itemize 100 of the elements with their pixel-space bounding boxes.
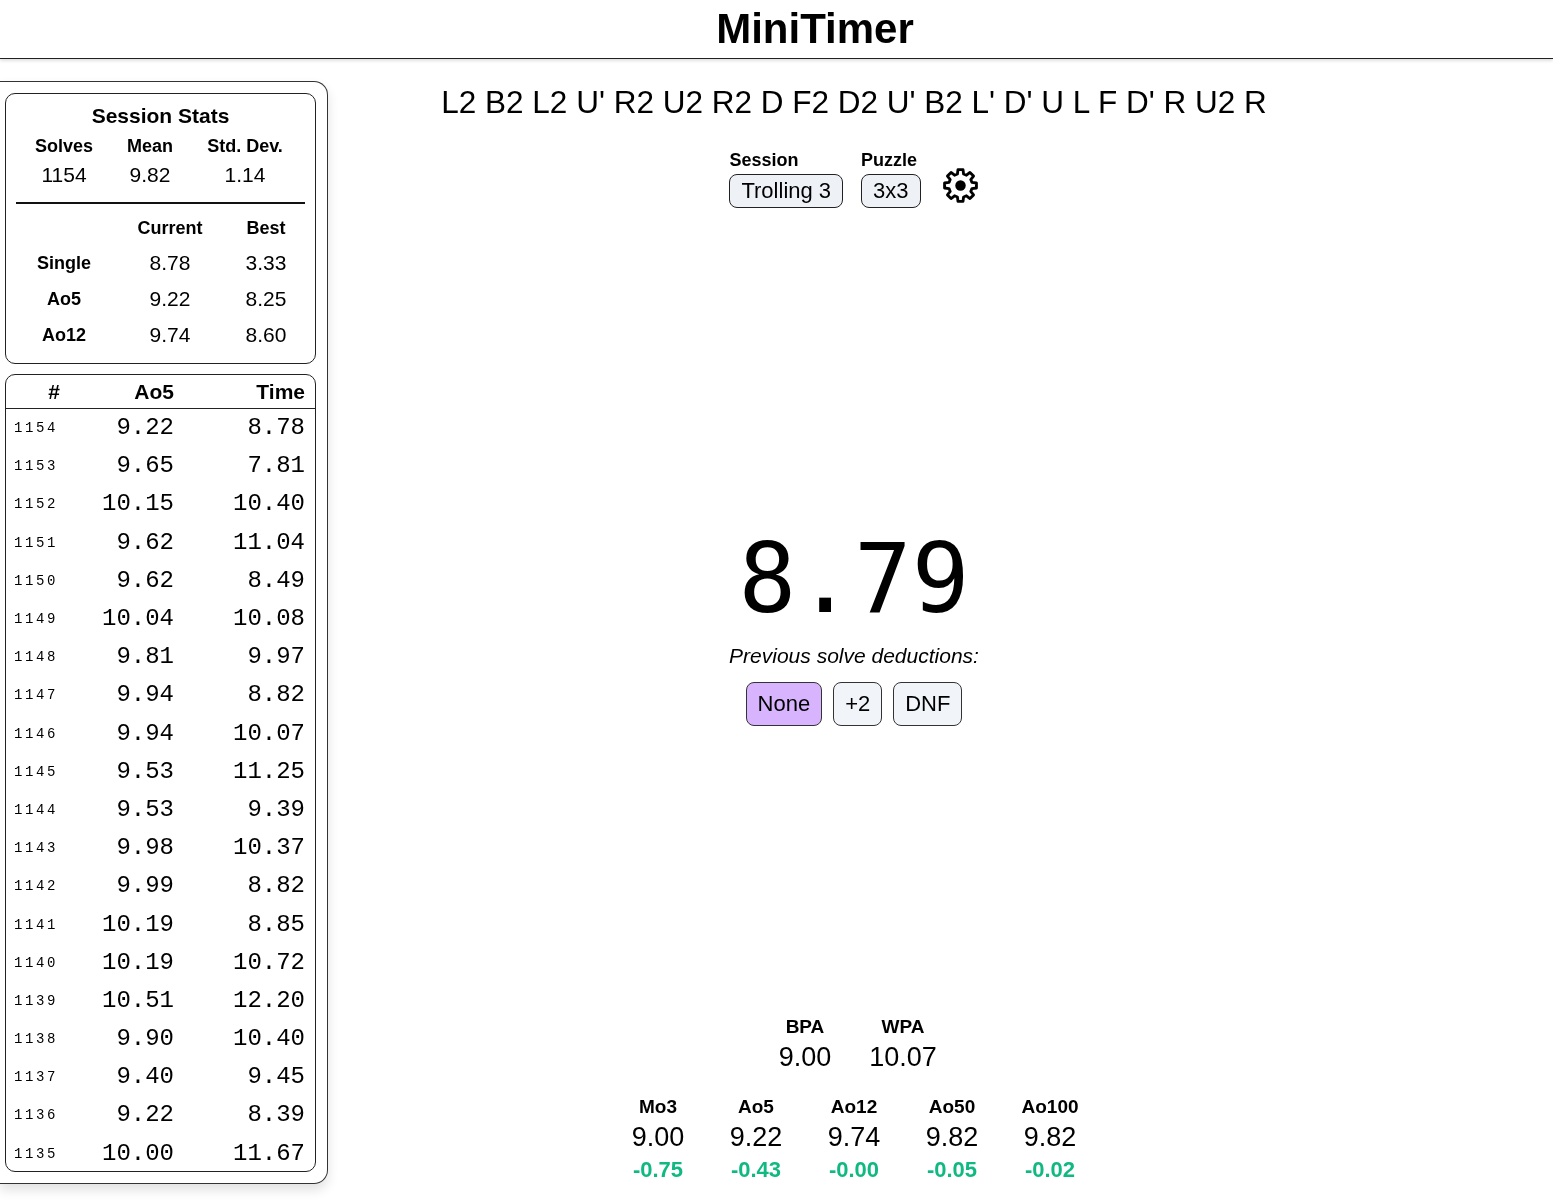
table-cell-text: 9.74 xyxy=(148,322,192,348)
table-cell-text: 8.78 xyxy=(246,413,305,444)
stat-label: Ao100 xyxy=(1021,1095,1079,1119)
solve-number: 1148 xyxy=(14,648,59,667)
solve-number: 1151 xyxy=(14,533,59,552)
solve-number: 1144 xyxy=(14,800,59,819)
table-cell-text: 10.19 xyxy=(101,947,174,978)
column-header: Ao5 xyxy=(133,378,174,405)
table-cell-text: 9.22 xyxy=(115,1100,174,1131)
stats-title: Session Stats xyxy=(90,103,231,129)
row-label: Ao12 xyxy=(41,324,87,347)
table-cell-text: 8.60 xyxy=(244,322,288,348)
stat-value: 9.82 xyxy=(925,1121,979,1154)
stat-delta: -0.02 xyxy=(1024,1156,1076,1184)
stat-delta: -0.05 xyxy=(926,1156,978,1184)
stat-label: Ao5 xyxy=(738,1095,774,1119)
stat-label: Ao50 xyxy=(928,1095,976,1119)
column-header: Best xyxy=(245,217,287,240)
table-cell-text: 10.00 xyxy=(101,1138,174,1169)
solve-number: 1153 xyxy=(14,457,59,476)
select-label: Puzzle xyxy=(861,149,918,171)
column-header: Current xyxy=(136,217,204,240)
stat-label: Solves xyxy=(33,135,94,158)
dropdown-select[interactable]: 3x3 xyxy=(861,174,921,208)
solve-number: 1139 xyxy=(14,991,59,1010)
solve-number: 1154 xyxy=(14,419,59,438)
scramble-text: L2 B2 L2 U' R2 U2 R2 D F2 D2 U' B2 L' D' U L F D' R U2 R xyxy=(441,83,1267,122)
stat-delta: -0.43 xyxy=(730,1156,782,1184)
table-cell-text: 8.82 xyxy=(246,871,305,902)
table-cell-text: 11.67 xyxy=(232,1138,305,1169)
table-cell-text: 9.22 xyxy=(115,413,174,444)
table-cell-text: 10.72 xyxy=(232,947,305,978)
stat-label: Ao12 xyxy=(830,1095,878,1119)
stat-label: Std. Dev. xyxy=(206,135,284,158)
table-cell-text: 9.22 xyxy=(148,286,192,312)
stat-value: 10.07 xyxy=(869,1041,937,1074)
table-cell-text: 10.15 xyxy=(101,489,174,520)
table-cell-text: 9.40 xyxy=(115,1062,174,1093)
stat-value: 1.14 xyxy=(223,162,267,188)
table-cell-text: 10.19 xyxy=(101,909,174,940)
solve-number: 1145 xyxy=(14,762,59,781)
deduction-button[interactable]: DNF xyxy=(893,682,963,726)
deduction-button[interactable]: None xyxy=(745,682,823,726)
solve-number: 1146 xyxy=(14,724,59,743)
settings-icon[interactable] xyxy=(941,167,979,204)
table-cell-text: 9.97 xyxy=(246,642,305,673)
table-cell-text: 10.51 xyxy=(101,985,174,1016)
timer-display: 8.79 xyxy=(738,526,970,632)
table-cell-text: 9.39 xyxy=(246,794,305,825)
stat-value: 1154 xyxy=(40,162,88,188)
table-cell-text: 8.49 xyxy=(246,565,305,596)
table-cell-text: 9.62 xyxy=(115,565,174,596)
table-cell-text: 10.04 xyxy=(101,604,174,635)
solve-number: 1149 xyxy=(14,610,59,629)
column-header: Time xyxy=(255,378,305,405)
solve-number: 1143 xyxy=(14,839,59,858)
stat-value: 9.00 xyxy=(631,1121,685,1154)
row-label: Single xyxy=(36,252,92,275)
table-cell-text: 11.04 xyxy=(232,527,305,558)
app-title: MiniTimer xyxy=(716,4,914,54)
table-cell-text: 9.53 xyxy=(115,756,174,787)
solve-number: 1135 xyxy=(14,1144,59,1163)
stat-label: Mean xyxy=(126,135,174,158)
stat-value: 9.00 xyxy=(778,1041,832,1074)
table-cell-text: 10.40 xyxy=(232,489,305,520)
stat-delta: -0.00 xyxy=(828,1156,880,1184)
stat-value: 9.82 xyxy=(1023,1121,1077,1154)
table-cell-text: 9.94 xyxy=(115,680,174,711)
table-cell-text: 9.94 xyxy=(115,718,174,749)
solve-number: 1138 xyxy=(14,1030,59,1049)
table-cell-text: 9.81 xyxy=(115,642,174,673)
table-cell-text: 7.81 xyxy=(246,451,305,482)
table-cell-text: 9.53 xyxy=(115,794,174,825)
table-cell-text: 8.78 xyxy=(148,250,192,276)
solve-number: 1136 xyxy=(14,1106,59,1125)
table-cell-text: 9.45 xyxy=(246,1062,305,1093)
table-cell-text: 11.25 xyxy=(232,756,305,787)
table-cell-text: 10.37 xyxy=(232,833,305,864)
table-cell-text: 9.62 xyxy=(115,527,174,558)
table-cell-text: 8.39 xyxy=(246,1100,305,1131)
row-label: Ao5 xyxy=(46,288,82,311)
table-cell-text: 9.65 xyxy=(115,451,174,482)
solve-number: 1140 xyxy=(14,953,59,972)
solve-number: 1152 xyxy=(14,495,59,514)
stat-value: 9.74 xyxy=(827,1121,881,1154)
solve-number: 1142 xyxy=(14,877,59,896)
solve-number: 1137 xyxy=(14,1068,59,1087)
table-cell-text: 10.08 xyxy=(232,604,305,635)
table-cell-text: 9.99 xyxy=(115,871,174,902)
solve-number: 1150 xyxy=(14,571,59,590)
table-cell-text: 8.85 xyxy=(246,909,305,940)
table-cell-text: 9.90 xyxy=(115,1024,174,1055)
deduction-button[interactable]: +2 xyxy=(833,682,883,726)
stat-delta: -0.75 xyxy=(632,1156,684,1184)
stat-label: Mo3 xyxy=(639,1095,677,1119)
column-header: # xyxy=(47,378,60,405)
table-cell-text: 10.40 xyxy=(232,1024,305,1055)
dropdown-select[interactable]: Trolling 3 xyxy=(729,174,844,208)
deductions-label: Previous solve deductions: xyxy=(729,643,979,669)
solve-number: 1141 xyxy=(14,915,59,934)
